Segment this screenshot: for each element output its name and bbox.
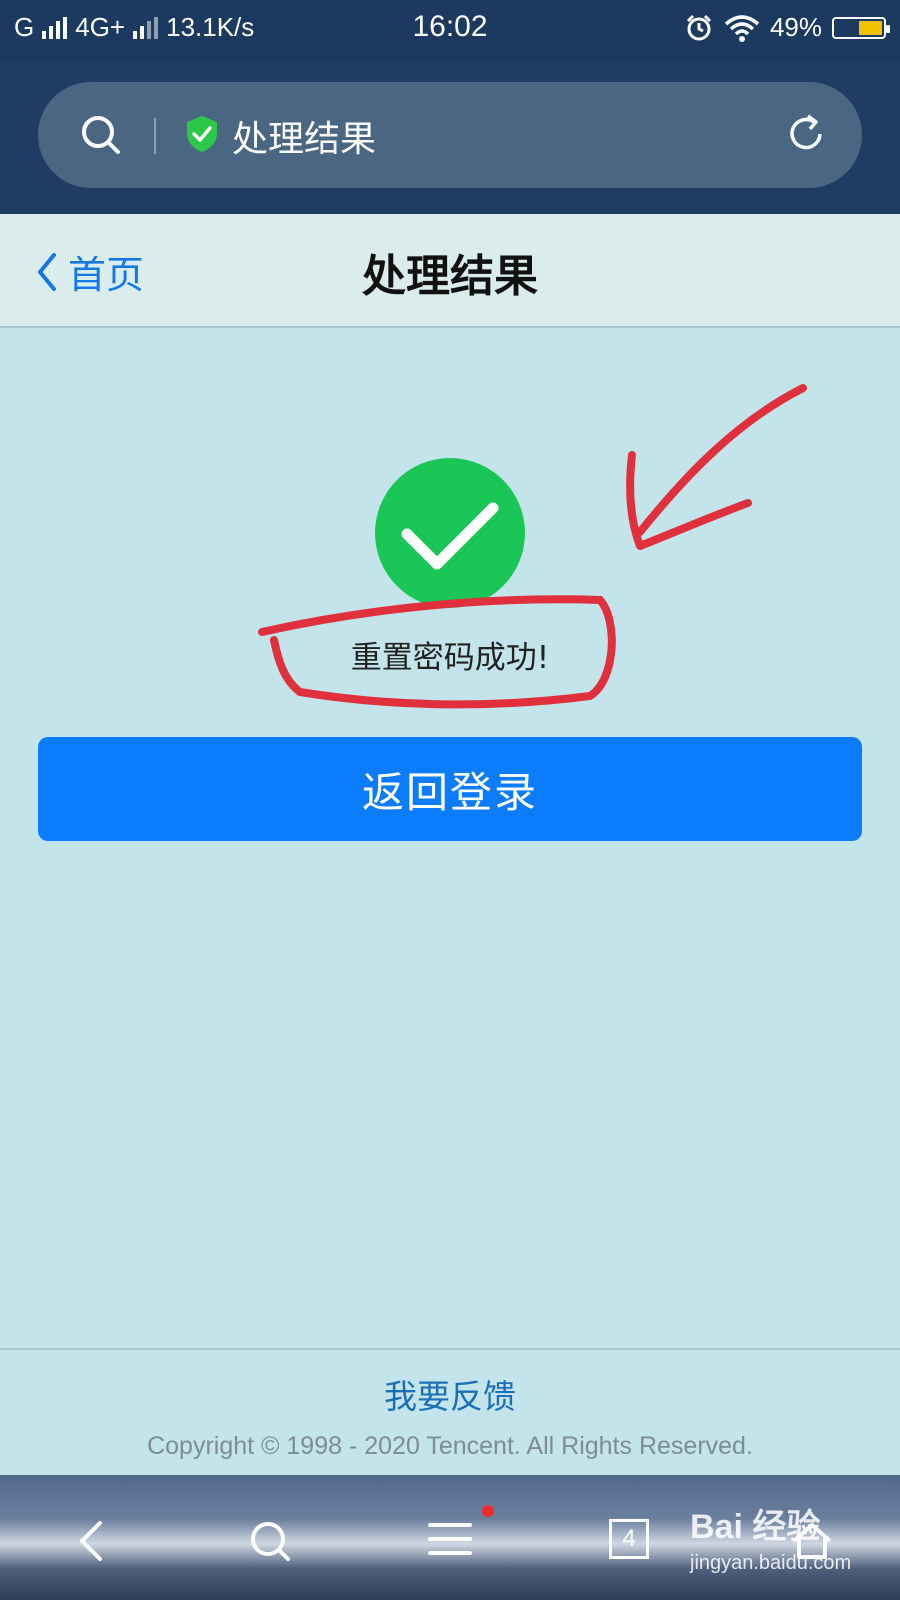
- status-right: 49%: [684, 12, 890, 43]
- return-login-button[interactable]: 返回登录: [38, 737, 862, 841]
- success-check-icon: [375, 458, 525, 608]
- menu-notification-dot: [482, 1505, 494, 1517]
- feedback-link[interactable]: 我要反馈: [0, 1370, 900, 1418]
- watermark-brand: Bai 经验: [690, 1508, 821, 1546]
- menu-icon[interactable]: [428, 1519, 472, 1559]
- status-bar: G 4G+ 13.1K/s 16:02 49%: [0, 0, 900, 62]
- wifi-icon: [724, 14, 760, 42]
- address-divider: [154, 118, 156, 154]
- tabs-icon[interactable]: 4: [609, 1519, 649, 1559]
- page-navbar: 首页 处理结果: [0, 214, 900, 328]
- copyright-text: Copyright © 1998 - 2020 Tencent. All Rig…: [147, 1432, 753, 1460]
- refresh-icon[interactable]: [784, 112, 828, 156]
- address-title: 处理结果: [232, 119, 377, 160]
- browser-toolbar: 处理结果: [0, 62, 900, 214]
- annotation-arrow: [636, 384, 807, 536]
- baidu-watermark: Bai 经验 jingyan.baidu.com: [690, 1499, 851, 1575]
- shield-check-icon: [187, 116, 217, 152]
- watermark-site: jingyan.baidu.com: [690, 1552, 852, 1574]
- search-icon[interactable]: [248, 1519, 292, 1563]
- footer-divider: [0, 1348, 900, 1350]
- alarm-icon: [686, 14, 712, 40]
- success-message: 重置密码成功!: [350, 640, 550, 676]
- back-icon[interactable]: [76, 1519, 106, 1563]
- address-bar[interactable]: 处理结果: [38, 82, 862, 188]
- battery-icon: [832, 16, 890, 39]
- battery-percent: 49%: [769, 12, 822, 42]
- battery-level: [859, 20, 882, 35]
- page-title: 处理结果: [362, 251, 538, 302]
- annotation-arrowhead: [626, 451, 752, 550]
- browser-bottom-bar: 4 Bai 经验 jingyan.baidu.com: [0, 1475, 900, 1600]
- search-icon[interactable]: [80, 114, 122, 156]
